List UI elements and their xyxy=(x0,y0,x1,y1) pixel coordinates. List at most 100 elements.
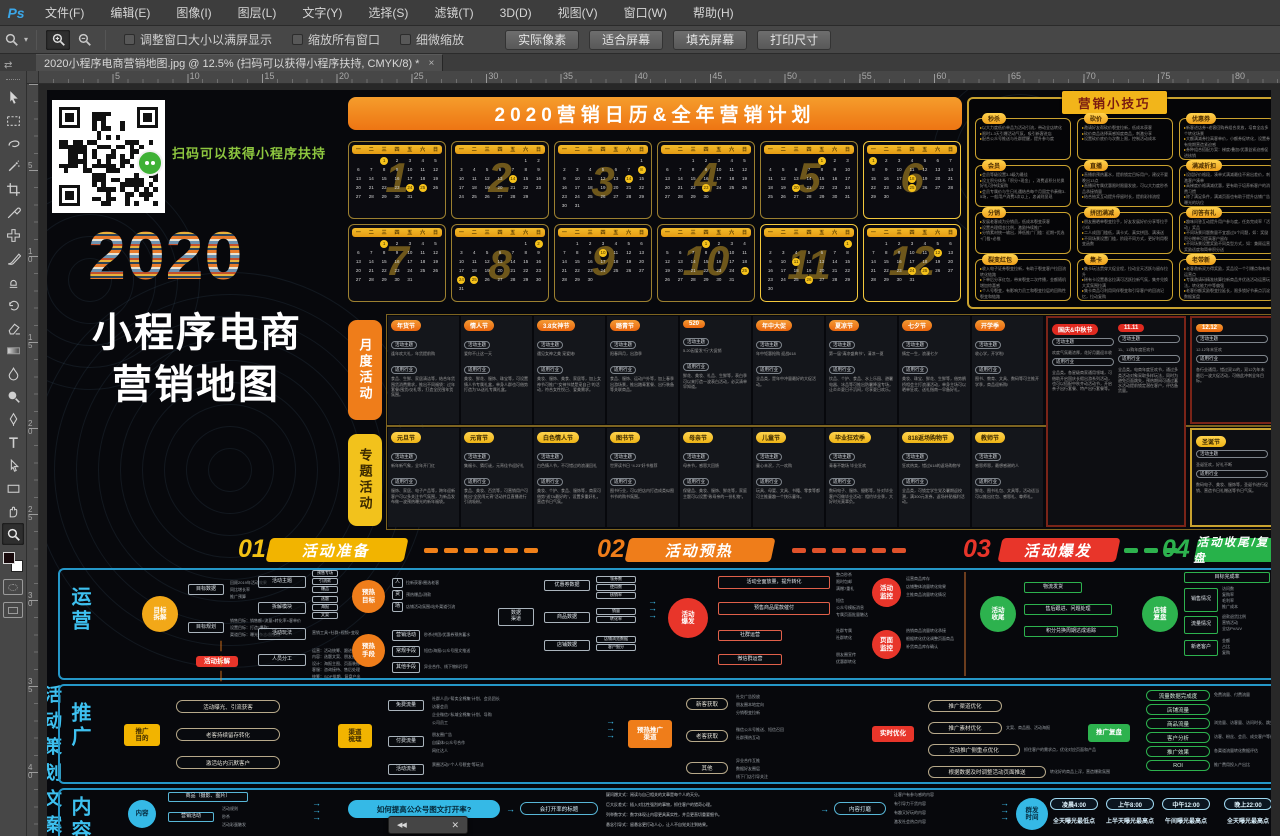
mindmap-box: 人员分工 xyxy=(258,654,306,666)
zoom-tool-icon[interactable] xyxy=(0,30,22,50)
lasso-tool[interactable] xyxy=(2,132,24,154)
menu-item-5[interactable]: 选择(S) xyxy=(355,0,421,26)
checkbox-1[interactable]: 缩放所有窗口 xyxy=(292,31,380,48)
calendar-day: 8 xyxy=(687,165,700,174)
mindmap-rounded-box: 激活站内沉默客户 xyxy=(176,756,280,769)
row-divider xyxy=(964,572,966,676)
checkbox-2[interactable]: 细微缩放 xyxy=(400,31,464,48)
panel-grip[interactable] xyxy=(6,79,20,80)
mindmap-box: 转化率 xyxy=(596,616,636,623)
options-button-3[interactable]: 打印尺寸 xyxy=(757,30,831,50)
gradient-tool[interactable] xyxy=(2,339,24,361)
mindmap-node: 活动 收尾 xyxy=(980,596,1016,632)
calendar-highlight-day: 8 xyxy=(638,166,646,174)
checkbox-box[interactable] xyxy=(124,34,135,45)
calendar-day: 6 xyxy=(931,156,944,165)
panel-toggle-icon[interactable]: ⇄ xyxy=(0,60,36,71)
calendar-month-9: 一二三四五六日912345678910111213141516171819202… xyxy=(554,224,652,302)
mindmap-note: 疑问蹭文式：阅读与自己相关的文章是每个人的天分。 xyxy=(606,792,816,801)
menu-item-9[interactable]: 窗口(W) xyxy=(611,0,680,26)
screen-mode-button[interactable] xyxy=(3,602,23,618)
calendar-day: 26 xyxy=(661,275,674,284)
marquee-tool[interactable] xyxy=(2,109,24,131)
type-tool[interactable] xyxy=(2,431,24,453)
pen-tool[interactable] xyxy=(2,408,24,430)
eyedropper-tool[interactable] xyxy=(2,201,24,223)
options-button-2[interactable]: 填充屏幕 xyxy=(673,30,747,50)
bullet-icon: ▸ xyxy=(1082,136,1084,141)
theme-row: 活动主题第一届“清凉盛典节”，清凉一夏 xyxy=(829,333,894,356)
tab-close-icon[interactable]: × xyxy=(428,58,434,69)
bullet-icon: ▸ xyxy=(980,172,982,177)
history-brush-tool[interactable] xyxy=(2,293,24,315)
menu-item-8[interactable]: 视图(V) xyxy=(545,0,611,26)
color-swatches[interactable] xyxy=(3,552,23,572)
dodge-tool[interactable] xyxy=(2,385,24,407)
dash xyxy=(872,548,886,553)
options-button-0[interactable]: 实际像素 xyxy=(505,30,579,50)
industry-label: 适用行业 xyxy=(902,366,928,374)
calendar-day: 20 xyxy=(674,266,687,275)
document-tab[interactable]: 2020小程序电商营销地图.jpg @ 12.5% (扫码可以获得小程序扶持, … xyxy=(36,54,443,71)
quick-mask-button[interactable] xyxy=(3,579,23,595)
menu-item-1[interactable]: 编辑(E) xyxy=(97,0,163,26)
calendar-day: 12 xyxy=(803,257,816,266)
checkbox-0[interactable]: 调整窗口大小以满屏显示 xyxy=(124,31,272,48)
industry-text: 鲜花、图书礼包、文具等，活动适当可以推出红包、感恩礼、尊师礼。 xyxy=(975,488,1040,499)
calendar-day: 31 xyxy=(455,284,468,293)
calendar-day: 26 xyxy=(481,192,494,201)
mindmap-rounded-box: 推广素材优化 xyxy=(928,722,1002,734)
eraser-tool[interactable] xyxy=(2,316,24,338)
calendar-day: 3 xyxy=(597,239,610,248)
stamp-tool[interactable] xyxy=(2,270,24,292)
tool-preset-caret-icon[interactable]: ▾ xyxy=(24,35,28,44)
collapse-icon[interactable]: ◀◀ xyxy=(397,821,406,829)
ruler-number: 25 xyxy=(414,71,424,81)
calendar-day: 3 xyxy=(841,156,854,165)
path-select-tool[interactable] xyxy=(2,454,24,476)
weekday-label: 五 xyxy=(716,146,721,153)
zoom-out-button[interactable] xyxy=(72,30,96,50)
qr-cell xyxy=(153,201,158,206)
industry-row: 适用行业全品类，可锁定学生党及暑期返校潮，满300元发券，返场补贴福利活动。 xyxy=(902,470,967,504)
wand-tool[interactable] xyxy=(2,155,24,177)
blur-tool[interactable] xyxy=(2,362,24,384)
zoom-in-button[interactable] xyxy=(46,30,70,50)
mindmap-note: 拉新获客/圈选老客 xyxy=(406,580,470,586)
zoom-tool[interactable] xyxy=(2,523,24,545)
bullet-icon: ▸ xyxy=(1184,219,1186,224)
menu-item-6[interactable]: 滤镜(T) xyxy=(421,0,486,26)
menu-item-0[interactable]: 文件(F) xyxy=(32,0,97,26)
bullet-icon: ▸ xyxy=(1184,241,1186,246)
send-time-caption: 全天曝光最高点 xyxy=(1214,816,1271,826)
menu-item-10[interactable]: 帮助(H) xyxy=(680,0,747,26)
foreground-color-swatch[interactable] xyxy=(3,552,15,564)
menu-item-4[interactable]: 文字(Y) xyxy=(289,0,355,26)
menu-item-2[interactable]: 图像(I) xyxy=(163,0,224,26)
crop-tool[interactable] xyxy=(2,178,24,200)
calendar-highlight-day: 12 xyxy=(934,249,942,257)
calendar-day: 15 xyxy=(378,174,391,183)
hand-tool[interactable] xyxy=(2,500,24,522)
calendar-day: 4 xyxy=(468,248,481,257)
bullet-icon: ▸ xyxy=(980,225,982,230)
checkbox-box[interactable] xyxy=(400,34,411,45)
menu-item-7[interactable]: 3D(D) xyxy=(487,0,545,26)
calendar-day: 6 xyxy=(661,165,674,174)
mindmap-note: 优惠群转化 xyxy=(836,659,906,665)
document-canvas[interactable]: 扫码可以获得小程序扶持2020小程序电商营销地图活动策划文案2020营销日历&全… xyxy=(39,84,1280,836)
calendar-day: 1 xyxy=(378,239,391,248)
checkbox-box[interactable] xyxy=(292,34,303,45)
calendar-day: 15 xyxy=(700,257,713,266)
calendar-day: 1 xyxy=(687,156,700,165)
calendar-day: 7 xyxy=(803,165,816,174)
heal-tool[interactable] xyxy=(2,224,24,246)
shape-tool[interactable] xyxy=(2,477,24,499)
calendar-day: 24 xyxy=(571,192,584,201)
close-icon[interactable]: ✕ xyxy=(451,820,459,831)
options-button-1[interactable]: 适合屏幕 xyxy=(589,30,663,50)
brush-tool[interactable] xyxy=(2,247,24,269)
move-tool[interactable] xyxy=(2,86,24,108)
collapsed-panel-bar[interactable]: ◀◀ ✕ xyxy=(388,816,468,834)
menu-item-3[interactable]: 图层(L) xyxy=(225,0,290,26)
